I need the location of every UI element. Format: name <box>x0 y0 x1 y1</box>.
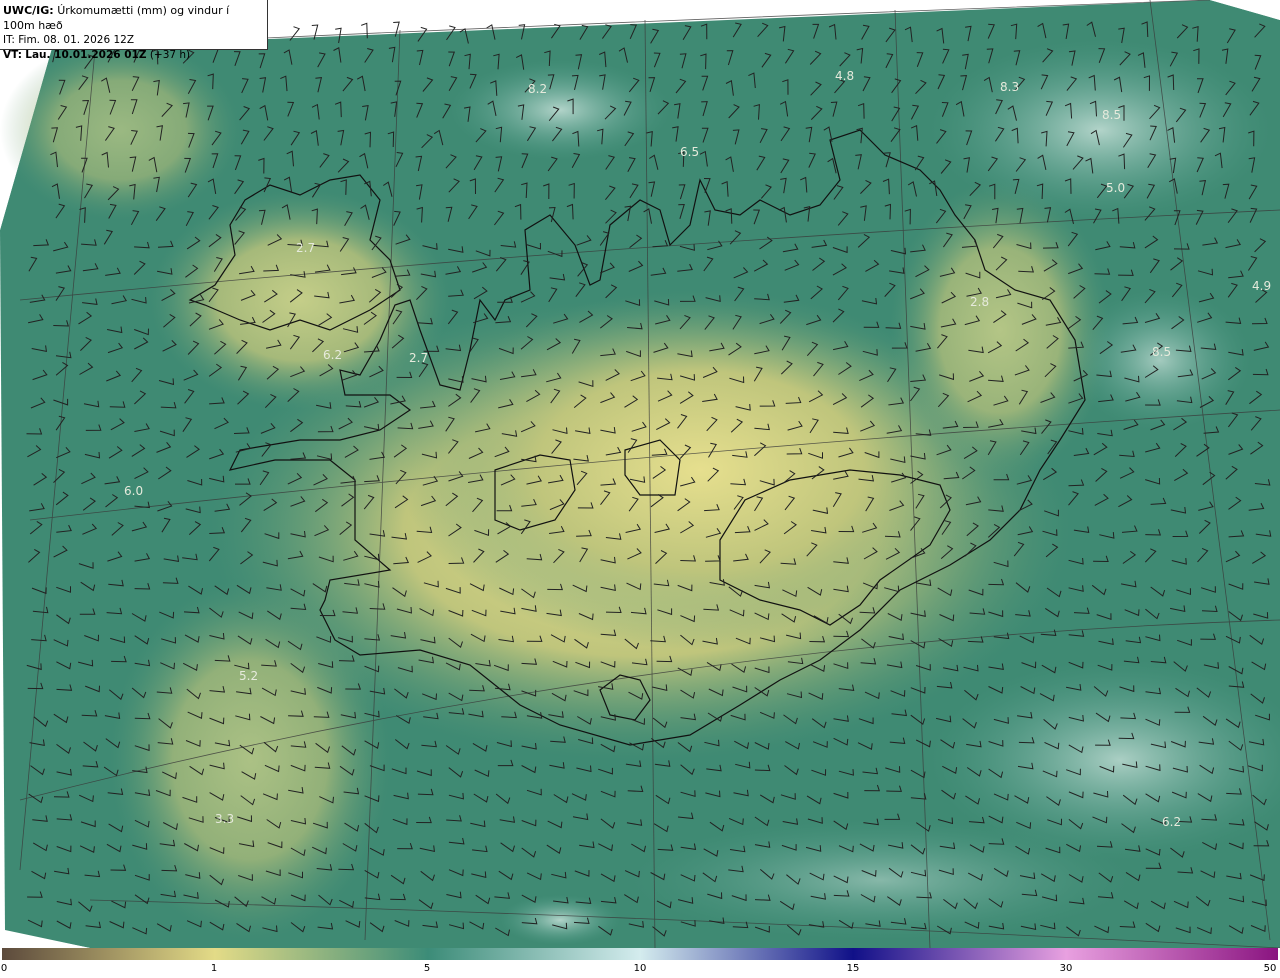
model-label: UWC/IG: <box>3 4 54 17</box>
init-time-value: Fim. 08. 01. 2026 12Z <box>18 34 135 46</box>
colorbar-tick-label: 1 <box>210 963 218 974</box>
map-value-label: 4.8 <box>835 69 854 83</box>
colorbar-tick-label: 5 <box>423 963 431 974</box>
map-value-label: 3.3 <box>215 812 234 826</box>
colorbar-tick-label: 30 <box>1059 963 1073 974</box>
colorbar-tick-label: 10 <box>633 963 647 974</box>
colorbar-gradient <box>2 948 1278 960</box>
colorbar: 0 1 5 10 15 30 50 <box>0 948 1280 978</box>
title-line: UWC/IG: Úrkomumætti (mm) og vindur í 100… <box>3 4 263 33</box>
lead-time: (+37 h) <box>149 48 191 61</box>
map-value-label: 5.0 <box>1106 181 1125 195</box>
map-value-label: 8.5 <box>1102 108 1121 122</box>
map-value-label: 2.8 <box>970 295 989 309</box>
map-value-label: 6.2 <box>323 348 342 362</box>
valid-time-value: Lau. 10.01.2026 01Z <box>25 48 147 61</box>
map-value-label: 8.3 <box>1000 80 1019 94</box>
colorbar-tick-label: 0 <box>0 963 8 974</box>
forecast-info-box: UWC/IG: Úrkomumætti (mm) og vindur í 100… <box>0 0 268 61</box>
map-canvas: 8.2 4.8 8.3 6.5 5.0 8.5 2.7 2.8 4.9 6.2 … <box>0 0 1280 948</box>
map-value-label: 8.2 <box>528 82 547 96</box>
map-value-label: 5.2 <box>239 669 258 683</box>
valid-time-line: VT: Lau. 10.01.2026 01Z (+37 h) <box>3 48 263 63</box>
map-value-label: 8.5 <box>1152 345 1171 359</box>
colorbar-tick-label: 50 <box>1263 963 1277 974</box>
map-value-label: 6.0 <box>124 484 143 498</box>
map-value-label: 6.2 <box>1162 815 1181 829</box>
colorbar-tick-label: 15 <box>846 963 860 974</box>
map-value-label: 4.9 <box>1252 279 1271 293</box>
map-value-label: 2.7 <box>296 241 315 255</box>
valid-time-label: VT: <box>3 48 22 61</box>
init-time-line: IT: Fim. 08. 01. 2026 12Z <box>3 33 263 48</box>
map-value-label: 6.5 <box>680 145 699 159</box>
map-value-label: 2.7 <box>409 351 428 365</box>
init-time-label: IT: <box>3 34 15 46</box>
